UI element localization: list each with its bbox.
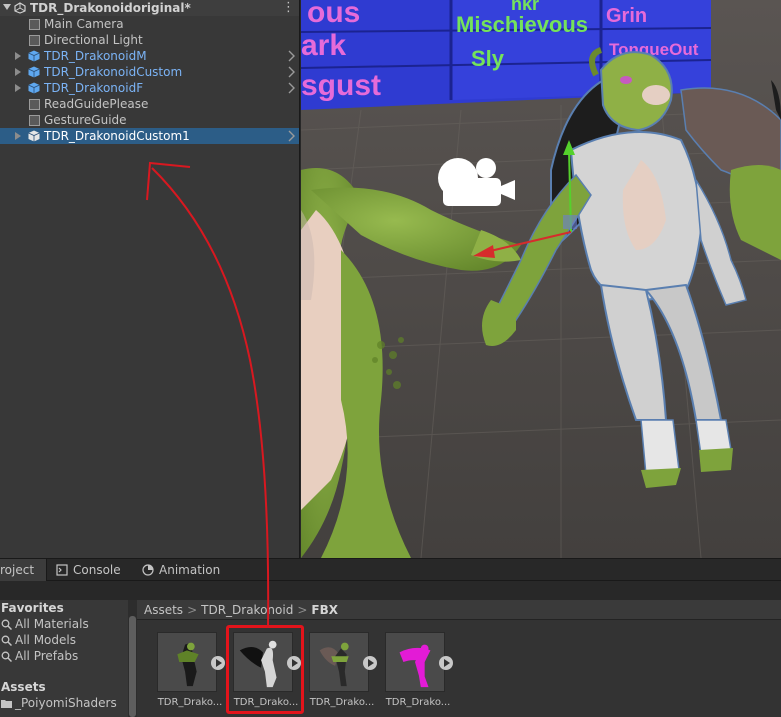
hierarchy-item[interactable]: TDR_DrakonoidCustom [0, 64, 299, 80]
prefab-cube-icon [28, 50, 40, 62]
tab-console[interactable]: Console [56, 559, 126, 581]
scene-render[interactable]: ous Mischievous Grin ark Sly TongueOut s… [301, 0, 781, 558]
tab-animation-label: Animation [159, 563, 221, 577]
asset-label: TDR_Drako... [385, 697, 451, 708]
model-thumbnail-icon [309, 632, 369, 692]
breadcrumb-separator: > [297, 602, 308, 617]
banner-ark: ark [301, 29, 346, 62]
expand-arrow-icon[interactable] [15, 52, 21, 60]
play-preview-icon[interactable] [439, 656, 453, 670]
sidebar-scroll-thumb[interactable] [129, 616, 136, 717]
hierarchy-panel: TDR_Drakonoidoriginal* ⋮ Main Camera Dire… [0, 0, 300, 558]
asset-tile[interactable]: TDR_Drako... [155, 630, 225, 710]
breadcrumb-assets[interactable]: Assets [144, 603, 183, 617]
hierarchy-item-label: TDR_DrakonoidCustom1 [44, 129, 190, 143]
hierarchy-item[interactable]: Main Camera [0, 16, 299, 32]
favorites-item-label: All Models [15, 633, 76, 647]
prefab-cube-icon [28, 130, 40, 142]
prefab-cube-icon [28, 82, 40, 94]
asset-label: TDR_Drako... [157, 697, 223, 708]
favorites-item[interactable]: All Models [0, 632, 76, 648]
collapse-arrow-icon[interactable] [3, 4, 11, 10]
banner-nkr: nkr [511, 0, 539, 14]
play-preview-icon[interactable] [211, 656, 225, 670]
chevron-right-icon[interactable] [288, 130, 295, 142]
asset-tile[interactable]: TDR_Drako... [383, 630, 453, 710]
asset-tile[interactable]: TDR_Drako... [307, 630, 377, 710]
scene-header-row[interactable]: TDR_Drakonoidoriginal* ⋮ [0, 0, 299, 16]
animation-icon [142, 564, 154, 576]
favorites-item-label: All Prefabs [15, 649, 79, 663]
tab-console-label: Console [73, 563, 121, 577]
banner-grin: Grin [606, 5, 647, 27]
asset-label: TDR_Drako... [309, 697, 375, 708]
breadcrumb-fbx[interactable]: FBX [311, 603, 338, 617]
hierarchy-item-label: TDR_DrakonoidF [44, 81, 144, 95]
hierarchy-item[interactable]: TDR_DrakonoidM [0, 48, 299, 64]
hierarchy-item[interactable]: GestureGuide [0, 112, 299, 128]
hierarchy-item-label: GestureGuide [44, 113, 127, 127]
tab-project[interactable]: roject [0, 559, 47, 581]
search-icon [1, 651, 12, 662]
tab-animation[interactable]: Animation [142, 559, 232, 581]
hierarchy-item-label: TDR_DrakonoidCustom [44, 65, 183, 79]
gameobject-icon [29, 99, 40, 110]
favorites-header[interactable]: Favorites [1, 601, 64, 615]
hierarchy-item[interactable]: TDR_DrakonoidCustom1 [0, 128, 299, 144]
unity-scene-icon [14, 2, 26, 14]
favorites-item-label: All Materials [15, 617, 89, 631]
scene-view[interactable]: ous Mischievous Grin ark Sly TongueOut s… [301, 0, 781, 558]
breadcrumb: Assets > TDR_Drakonoid > FBX [137, 600, 781, 620]
console-icon [56, 564, 68, 576]
hierarchy-item-label: Directional Light [44, 33, 143, 47]
favorites-item[interactable]: All Prefabs [0, 648, 78, 664]
banner-ous: ous [307, 0, 360, 29]
bottom-tab-bar: roject Console Animation [0, 558, 781, 581]
folder-label: _PoiyomiShaders [15, 696, 117, 710]
breadcrumb-separator: > [187, 602, 198, 617]
banner-sly: Sly [471, 46, 505, 71]
hierarchy-item[interactable]: ReadGuidePlease [0, 96, 299, 112]
hierarchy-item[interactable]: TDR_DrakonoidF [0, 80, 299, 96]
gameobject-icon [29, 19, 40, 30]
expand-arrow-icon[interactable] [15, 68, 21, 76]
chevron-right-icon[interactable] [288, 66, 295, 78]
model-thumbnail-icon [385, 632, 445, 692]
play-preview-icon[interactable] [363, 656, 377, 670]
scene-name: TDR_Drakonoidoriginal* [30, 1, 191, 15]
kebab-menu-icon[interactable]: ⋮ [282, 0, 295, 16]
gameobject-icon [29, 35, 40, 46]
tab-project-label: roject [0, 563, 35, 577]
hierarchy-item-label: Main Camera [44, 17, 124, 31]
gameobject-icon [29, 115, 40, 126]
chevron-right-icon[interactable] [288, 82, 295, 94]
favorites-item[interactable]: All Materials [0, 616, 89, 632]
hierarchy-item-label: TDR_DrakonoidM [44, 49, 147, 63]
expand-arrow-icon[interactable] [15, 132, 21, 140]
banner-sgust: sgust [301, 69, 381, 102]
chevron-right-icon[interactable] [288, 50, 295, 62]
breadcrumb-tdr-drakonoid[interactable]: TDR_Drakonoid [201, 603, 293, 617]
assets-header[interactable]: Assets [1, 680, 46, 694]
banner-mischievous: Mischievous [456, 12, 588, 37]
folder-icon [1, 699, 12, 708]
annotation-highlight-box [226, 625, 304, 714]
hierarchy-item[interactable]: Directional Light [0, 32, 299, 48]
model-thumbnail-icon [157, 632, 217, 692]
expand-arrow-icon[interactable] [15, 84, 21, 92]
folder-poiyomi[interactable]: _PoiyomiShaders [0, 695, 117, 711]
search-icon [1, 635, 12, 646]
hierarchy-item-label: ReadGuidePlease [44, 97, 149, 111]
prefab-cube-icon [28, 66, 40, 78]
search-icon [1, 619, 12, 630]
